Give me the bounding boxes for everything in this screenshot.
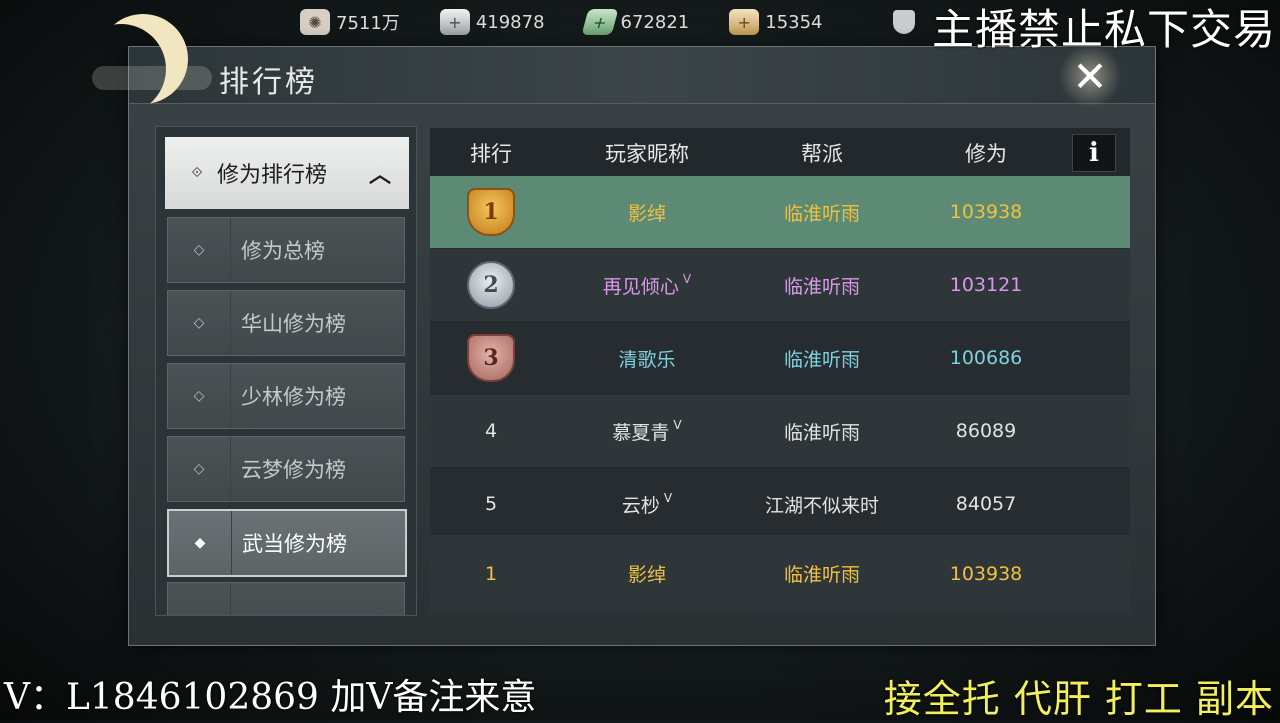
- film-reel-icon: ✺: [300, 9, 330, 35]
- table-row[interactable]: 5 云杪 ᐯ 江湖不似来时 84057: [430, 468, 1130, 540]
- player-name-cell[interactable]: 慕夏青 ᐯ: [552, 395, 742, 467]
- rank-silver-badge-icon: 2: [467, 261, 515, 309]
- category-item-wudang[interactable]: ◆ 武当修为榜: [167, 509, 407, 577]
- rank-cell: 4: [484, 420, 498, 442]
- jade-icon: +: [581, 9, 619, 35]
- header-player-name: 玩家昵称: [605, 142, 689, 166]
- rank-cell: 5: [484, 493, 498, 515]
- guild-cell: 江湖不似来时: [764, 494, 879, 517]
- currency-bar: ✺ 7511万 + 419878 + 672821 + 15354: [300, 6, 863, 38]
- table-row[interactable]: 4 慕夏青 ᐯ 临淮听雨 86089: [430, 395, 1130, 467]
- table-row[interactable]: 1 影绰 临淮听雨 103938: [430, 176, 1130, 248]
- category-item-partial[interactable]: [167, 582, 405, 615]
- gold-ingot-icon: +: [729, 9, 760, 35]
- score-cell: 100686: [949, 347, 1023, 369]
- diamond-outline-icon: [168, 583, 231, 615]
- player-name: 影绰: [627, 202, 666, 225]
- player-name: 清歌乐: [618, 348, 676, 371]
- category-group-label: 修为排行榜: [217, 163, 328, 188]
- currency-jade-value: 672821: [620, 11, 690, 33]
- currency-silver[interactable]: + 419878: [439, 9, 545, 35]
- player-name: 慕夏青: [612, 421, 670, 444]
- category-item-label: 少林修为榜: [241, 385, 346, 409]
- currency-film-value: 7511万: [336, 13, 400, 34]
- guild-cell: 临淮听雨: [783, 421, 860, 444]
- rank-bronze-badge-icon: 3: [467, 334, 515, 382]
- overlay-warning-text: 主播禁止私下交易: [931, 5, 1276, 54]
- score-cell: 103121: [949, 274, 1023, 296]
- info-button[interactable]: i: [1072, 134, 1116, 172]
- table-row[interactable]: 2 再见倾心 ᐯ 临淮听雨 103121: [430, 249, 1130, 321]
- diamond-outline-icon: ◇: [168, 218, 231, 282]
- category-list: ⟐ 修为排行榜 ︿ ◇ 修为总榜 ◇ 华山修为榜 ◇ 少林修为榜 ◇ 云梦修为榜…: [155, 126, 417, 616]
- player-name-cell[interactable]: 清歌乐: [552, 322, 742, 394]
- category-item-total[interactable]: ◇ 修为总榜: [167, 217, 405, 283]
- header-rank: 排行: [470, 142, 512, 166]
- player-name-cell[interactable]: 云杪 ᐯ: [552, 468, 742, 540]
- v-mark-icon: ᐯ: [663, 491, 673, 505]
- v-mark-icon: ᐯ: [673, 418, 682, 432]
- score-cell: 103938: [949, 201, 1023, 223]
- player-name-cell[interactable]: 影绰: [552, 176, 742, 248]
- chevron-up-icon: ︿: [368, 163, 391, 188]
- v-mark-icon: ᐯ: [682, 272, 692, 286]
- player-name-cell[interactable]: 影绰: [552, 535, 742, 612]
- player-name: 影绰: [627, 564, 666, 586]
- category-item-label: 华山修为榜: [241, 312, 346, 336]
- rank-cell: 1: [484, 562, 498, 585]
- diamond-outline-icon: ◇: [168, 437, 231, 501]
- currency-gold-value: 15354: [765, 11, 823, 33]
- overlay-service-text: 接全托 代肝 打工 副本: [883, 677, 1274, 721]
- category-item-label: 修为总榜: [241, 239, 325, 263]
- category-item-yunmeng[interactable]: ◇ 云梦修为榜: [167, 436, 405, 502]
- currency-gold[interactable]: + 15354: [729, 9, 823, 35]
- diamond-outline-icon: ◇: [168, 291, 231, 355]
- player-name: 云杪: [621, 494, 660, 517]
- header-guild: 帮派: [801, 142, 843, 166]
- category-group-header[interactable]: ⟐ 修为排行榜 ︿: [165, 137, 409, 209]
- guild-cell: 临淮听雨: [783, 275, 860, 298]
- rank-gold-badge-icon: 1: [467, 188, 515, 236]
- category-item-label: 云梦修为榜: [241, 458, 346, 482]
- moon-icon: [98, 14, 188, 104]
- shield-icon[interactable]: [893, 10, 915, 34]
- rank-cell: 2: [430, 249, 552, 321]
- silver-ingot-icon: +: [439, 9, 470, 35]
- guild-cell: 临淮听雨: [783, 564, 860, 586]
- rank-cell: 3: [430, 322, 552, 394]
- guild-cell: 临淮听雨: [783, 348, 860, 371]
- table-row[interactable]: 3 清歌乐 临淮听雨 100686: [430, 322, 1130, 394]
- double-diamond-icon: ⟐: [191, 165, 203, 181]
- currency-silver-value: 419878: [475, 11, 545, 33]
- table-row[interactable]: 1 影绰 临淮听雨 103938: [430, 535, 1130, 612]
- score-cell: 84057: [955, 493, 1017, 515]
- currency-jade[interactable]: + 672821: [581, 9, 690, 35]
- table-header: 排行 玩家昵称 帮派 修为 i: [430, 128, 1130, 176]
- score-cell: 86089: [955, 420, 1017, 442]
- score-cell: 103938: [949, 562, 1023, 585]
- header-score: 修为: [965, 142, 1007, 166]
- ranking-table: 排行 玩家昵称 帮派 修为 i 1 影绰 临淮听雨 103938 2 再见倾心 ᐯ 临淮听雨 1…: [430, 128, 1130, 612]
- rank-cell: 1: [430, 176, 552, 248]
- category-item-shaolin[interactable]: ◇ 少林修为榜: [167, 363, 405, 429]
- panel-title: 排行榜: [219, 65, 318, 100]
- category-item-huashan[interactable]: ◇ 华山修为榜: [167, 290, 405, 356]
- guild-cell: 临淮听雨: [783, 202, 860, 225]
- player-name-cell[interactable]: 再见倾心 ᐯ: [552, 249, 742, 321]
- category-item-label: 武当修为榜: [242, 532, 347, 556]
- player-name: 再见倾心: [602, 275, 679, 298]
- diamond-filled-icon: ◆: [169, 511, 232, 575]
- diamond-outline-icon: ◇: [168, 364, 231, 428]
- overlay-contact-text: V：L1846102869 加V备注来意: [4, 677, 537, 718]
- currency-film[interactable]: ✺ 7511万: [300, 9, 400, 35]
